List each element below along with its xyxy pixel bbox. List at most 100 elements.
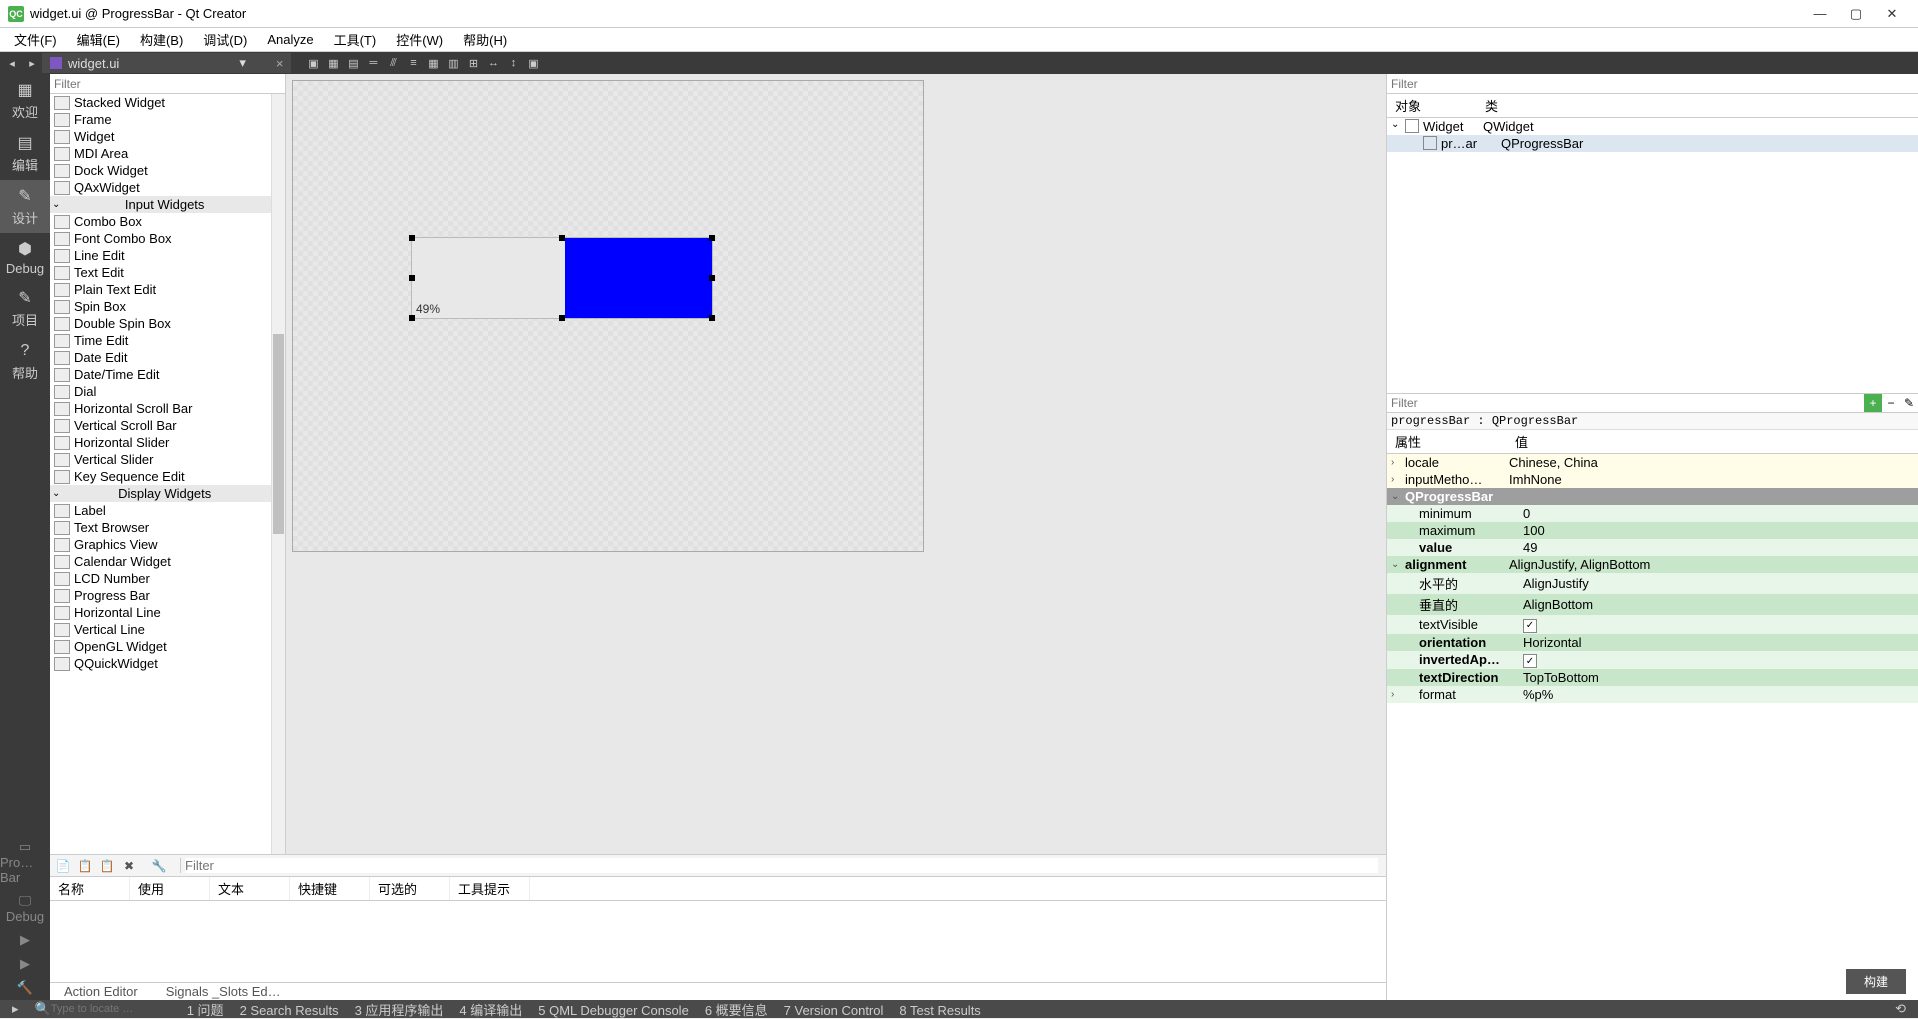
- toolbar-icon-2[interactable]: ▦: [323, 54, 343, 72]
- widget-item[interactable]: QAxWidget: [50, 179, 285, 196]
- status-item[interactable]: 5 QML Debugger Console: [530, 1003, 697, 1018]
- objtree-filter[interactable]: [1387, 74, 1918, 94]
- widget-category[interactable]: ⌄Input Widgets: [50, 196, 285, 213]
- prop-value[interactable]: 49: [1523, 540, 1914, 555]
- layout-v-icon[interactable]: ≡: [403, 54, 423, 72]
- action-filter[interactable]: [180, 858, 1382, 873]
- mode-item[interactable]: ✎设计: [0, 180, 50, 233]
- prop-row[interactable]: value49: [1387, 539, 1918, 556]
- prop-value[interactable]: ✓: [1523, 652, 1914, 669]
- scrollbar[interactable]: [271, 94, 285, 854]
- run-item[interactable]: ▶: [0, 928, 50, 952]
- status-item[interactable]: 7 Version Control: [776, 1003, 892, 1018]
- prop-row[interactable]: minimum0: [1387, 505, 1918, 522]
- fwd-icon[interactable]: ▸: [22, 54, 42, 72]
- new-action-icon[interactable]: 📄: [54, 858, 72, 874]
- status-item[interactable]: 8 Test Results: [891, 1003, 988, 1018]
- objtree-row[interactable]: pr…arQProgressBar: [1387, 135, 1918, 152]
- prop-row[interactable]: ⌄alignmentAlignJustify, AlignBottom: [1387, 556, 1918, 573]
- prop-value[interactable]: AlignBottom: [1523, 597, 1914, 612]
- tab-dropdown-icon[interactable]: ▾: [239, 55, 246, 71]
- prop-value[interactable]: 100: [1523, 523, 1914, 538]
- checkbox-icon[interactable]: ✓: [1523, 654, 1537, 668]
- config-prop-icon[interactable]: ✎: [1900, 394, 1918, 412]
- widget-item[interactable]: Plain Text Edit: [50, 281, 285, 298]
- widgetbox-list[interactable]: Stacked WidgetFrameWidgetMDI AreaDock Wi…: [50, 94, 285, 854]
- widget-item[interactable]: Label: [50, 502, 285, 519]
- tab-close-icon[interactable]: ×: [276, 56, 284, 71]
- widget-item[interactable]: Horizontal Line: [50, 604, 285, 621]
- prop-row[interactable]: ›localeChinese, China: [1387, 454, 1918, 471]
- prop-row[interactable]: ⌄QProgressBar: [1387, 488, 1918, 505]
- menu-item[interactable]: 调试(D): [193, 28, 257, 51]
- widget-item[interactable]: Graphics View: [50, 536, 285, 553]
- prop-row[interactable]: textDirectionTopToBottom: [1387, 669, 1918, 686]
- menu-item[interactable]: 工具(T): [324, 28, 387, 51]
- widget-item[interactable]: Font Combo Box: [50, 230, 285, 247]
- delete-action-icon[interactable]: ✖: [120, 858, 138, 874]
- run-item[interactable]: 🔨: [0, 976, 50, 1000]
- action-body[interactable]: [50, 901, 1386, 982]
- widget-item[interactable]: Text Edit: [50, 264, 285, 281]
- mode-item[interactable]: ▤编辑: [0, 127, 50, 180]
- prop-row[interactable]: ›format%p%: [1387, 686, 1918, 703]
- mode-item[interactable]: ⬢Debug: [0, 233, 50, 282]
- back-icon[interactable]: ◂: [2, 54, 22, 72]
- widget-item[interactable]: Dock Widget: [50, 162, 285, 179]
- mode-item[interactable]: ?帮助: [0, 335, 50, 388]
- copy-action-icon[interactable]: 📋: [76, 858, 94, 874]
- widgetbox-filter[interactable]: [50, 74, 285, 94]
- build-button[interactable]: 构建: [1846, 969, 1906, 994]
- toolbar-icon-3[interactable]: ▤: [343, 54, 363, 72]
- config-action-icon[interactable]: 🔧: [150, 858, 168, 874]
- locator-icon[interactable]: ▸: [4, 1001, 27, 1017]
- props-rows[interactable]: ›localeChinese, China›inputMetho…ImhNone…: [1387, 454, 1918, 1000]
- widget-item[interactable]: Time Edit: [50, 332, 285, 349]
- close-button[interactable]: ✕: [1874, 4, 1910, 24]
- status-item[interactable]: 1 问题: [179, 1003, 232, 1018]
- prop-value[interactable]: Horizontal: [1523, 635, 1914, 650]
- widget-item[interactable]: Stacked Widget: [50, 94, 285, 111]
- menu-item[interactable]: 编辑(E): [67, 28, 130, 51]
- prop-row[interactable]: orientationHorizontal: [1387, 634, 1918, 651]
- prop-value[interactable]: ImhNone: [1509, 472, 1914, 487]
- widget-item[interactable]: Spin Box: [50, 298, 285, 315]
- remove-prop-icon[interactable]: −: [1882, 394, 1900, 412]
- menu-item[interactable]: Analyze: [257, 30, 323, 49]
- toolbar-icon-4[interactable]: ═: [363, 54, 383, 72]
- objtree-body[interactable]: ⌄WidgetQWidgetpr…arQProgressBar: [1387, 118, 1918, 393]
- layout-h-icon[interactable]: ⫻: [383, 54, 403, 72]
- menu-item[interactable]: 构建(B): [130, 28, 193, 51]
- objtree-row[interactable]: ⌄WidgetQWidget: [1387, 118, 1918, 135]
- prop-value[interactable]: AlignJustify: [1523, 576, 1914, 591]
- adjust-icon[interactable]: ▣: [523, 54, 543, 72]
- objtree-filter-input[interactable]: [1391, 77, 1914, 91]
- widget-item[interactable]: Vertical Slider: [50, 451, 285, 468]
- run-item[interactable]: ▶: [0, 952, 50, 976]
- widget-item[interactable]: Combo Box: [50, 213, 285, 230]
- add-prop-icon[interactable]: +: [1864, 394, 1882, 412]
- action-filter-input[interactable]: [185, 858, 1378, 873]
- menu-item[interactable]: 控件(W): [386, 28, 453, 51]
- widget-item[interactable]: Text Browser: [50, 519, 285, 536]
- prop-row[interactable]: 水平的AlignJustify: [1387, 573, 1918, 594]
- prop-value[interactable]: ✓: [1523, 616, 1914, 633]
- prop-value[interactable]: Chinese, China: [1509, 455, 1914, 470]
- toolbar-icon-1[interactable]: ▣: [303, 54, 323, 72]
- widget-item[interactable]: Widget: [50, 128, 285, 145]
- menu-item[interactable]: 帮助(H): [453, 28, 517, 51]
- paste-action-icon[interactable]: 📋: [98, 858, 116, 874]
- progressbar-widget[interactable]: 49%: [411, 237, 713, 319]
- prop-value[interactable]: %p%: [1523, 687, 1914, 702]
- action-tab[interactable]: Signals _Slots Ed…: [152, 984, 295, 999]
- action-column[interactable]: 可选的: [370, 877, 450, 900]
- widget-item[interactable]: Frame: [50, 111, 285, 128]
- widget-item[interactable]: Double Spin Box: [50, 315, 285, 332]
- widget-item[interactable]: Vertical Scroll Bar: [50, 417, 285, 434]
- prop-row[interactable]: 垂直的AlignBottom: [1387, 594, 1918, 615]
- prop-value[interactable]: 0: [1523, 506, 1914, 521]
- prop-value[interactable]: AlignJustify, AlignBottom: [1509, 557, 1914, 572]
- action-column[interactable]: 工具提示: [450, 877, 530, 900]
- spacer-h-icon[interactable]: ↔: [483, 54, 503, 72]
- mode-item[interactable]: ▦欢迎: [0, 74, 50, 127]
